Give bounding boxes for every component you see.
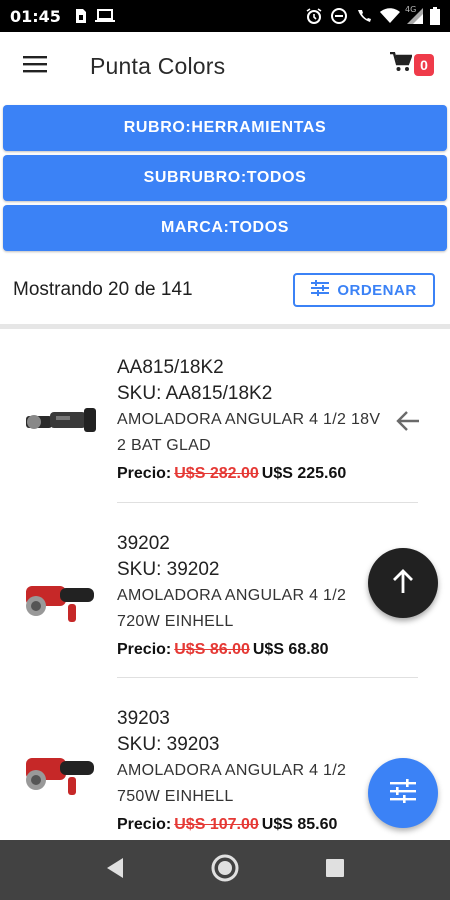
nav-home-button[interactable]: [200, 845, 250, 895]
scroll-top-button[interactable]: [368, 548, 438, 618]
filter-fab-button[interactable]: [368, 758, 438, 828]
price-label: Precio:: [117, 641, 172, 658]
signal-icon: 4G: [405, 5, 423, 24]
results-count: Mostrando 20 de 141: [13, 279, 193, 300]
nav-recents-button[interactable]: [310, 845, 360, 895]
product-description-line2: 2 BAT GLAD: [117, 437, 211, 454]
tune-icon: [390, 778, 416, 808]
product-sku: SKU: 39203: [117, 734, 220, 755]
status-bar: 01:45 4G: [0, 0, 450, 32]
dnd-icon: [330, 7, 348, 25]
product-description: AMOLADORA ANGULAR 4 1/2: [117, 762, 347, 779]
product-image: [24, 390, 98, 450]
product-image: [24, 742, 98, 802]
row-divider: [117, 677, 418, 678]
product-price: Precio: U$S 107.00 U$S 85.60: [117, 812, 400, 838]
app-bar: Punta Colors 0: [0, 32, 450, 100]
price-label: Precio:: [117, 465, 172, 482]
product-description: AMOLADORA ANGULAR 4 1/2 18V: [117, 411, 381, 428]
app-title: Punta Colors: [90, 52, 226, 79]
results-bar: Mostrando 20 de 141 ORDENAR: [0, 268, 450, 312]
status-time: 01:45: [10, 6, 61, 26]
row-divider: [117, 502, 418, 503]
menu-icon: [23, 55, 47, 78]
product-price: Precio: U$S 86.00 U$S 68.80: [117, 637, 400, 663]
arrow-up-icon: [391, 568, 415, 599]
product-description: AMOLADORA ANGULAR 4 1/2: [117, 587, 347, 604]
marca-filter-button[interactable]: MARCA:TODOS: [3, 205, 447, 251]
subrubro-filter-button[interactable]: SUBRUBRO:TODOS: [3, 155, 447, 201]
new-price: U$S 225.60: [261, 465, 347, 482]
system-nav-bar: [0, 840, 450, 900]
product-code: AA815/18K2: [117, 357, 224, 378]
network-type: 4G: [405, 5, 417, 14]
rubro-filter-button[interactable]: RUBRO:HERRAMIENTAS: [3, 105, 447, 151]
nav-recents-icon: [325, 858, 345, 883]
battery-icon: [430, 7, 440, 25]
sim-icon: [75, 8, 87, 24]
old-price: U$S 86.00: [174, 641, 250, 658]
order-button[interactable]: ORDENAR: [293, 273, 435, 307]
order-label: ORDENAR: [337, 281, 417, 299]
nav-back-button[interactable]: [90, 845, 140, 895]
arrow-back-icon[interactable]: [396, 410, 420, 437]
tune-icon: [311, 280, 330, 300]
nav-home-icon: [210, 853, 240, 888]
nav-back-icon: [105, 857, 125, 884]
product-sku: SKU: AA815/18K2: [117, 383, 273, 404]
product-description-line2: 750W EINHELL: [117, 788, 234, 805]
product-sku: SKU: 39202: [117, 559, 220, 580]
price-label: Precio:: [117, 816, 172, 833]
product-code: 39202: [117, 533, 170, 554]
wifi-icon: [380, 8, 400, 24]
product-image: [24, 568, 98, 628]
section-divider: [0, 324, 450, 329]
alarm-icon: [305, 7, 323, 25]
old-price: U$S 107.00: [174, 816, 259, 833]
wifi-call-icon: [355, 7, 373, 25]
new-price: U$S 85.60: [261, 816, 338, 833]
old-price: U$S 282.00: [174, 465, 259, 482]
cart-icon: [390, 51, 413, 77]
new-price: U$S 68.80: [252, 641, 329, 658]
product-code: 39203: [117, 708, 170, 729]
laptop-icon: [94, 9, 115, 23]
menu-button[interactable]: [0, 32, 70, 100]
product-price: Precio: U$S 282.00 U$S 225.60: [117, 461, 400, 487]
product-description-line2: 720W EINHELL: [117, 613, 234, 630]
cart-button[interactable]: 0: [390, 51, 434, 77]
cart-count-badge: 0: [414, 53, 434, 76]
